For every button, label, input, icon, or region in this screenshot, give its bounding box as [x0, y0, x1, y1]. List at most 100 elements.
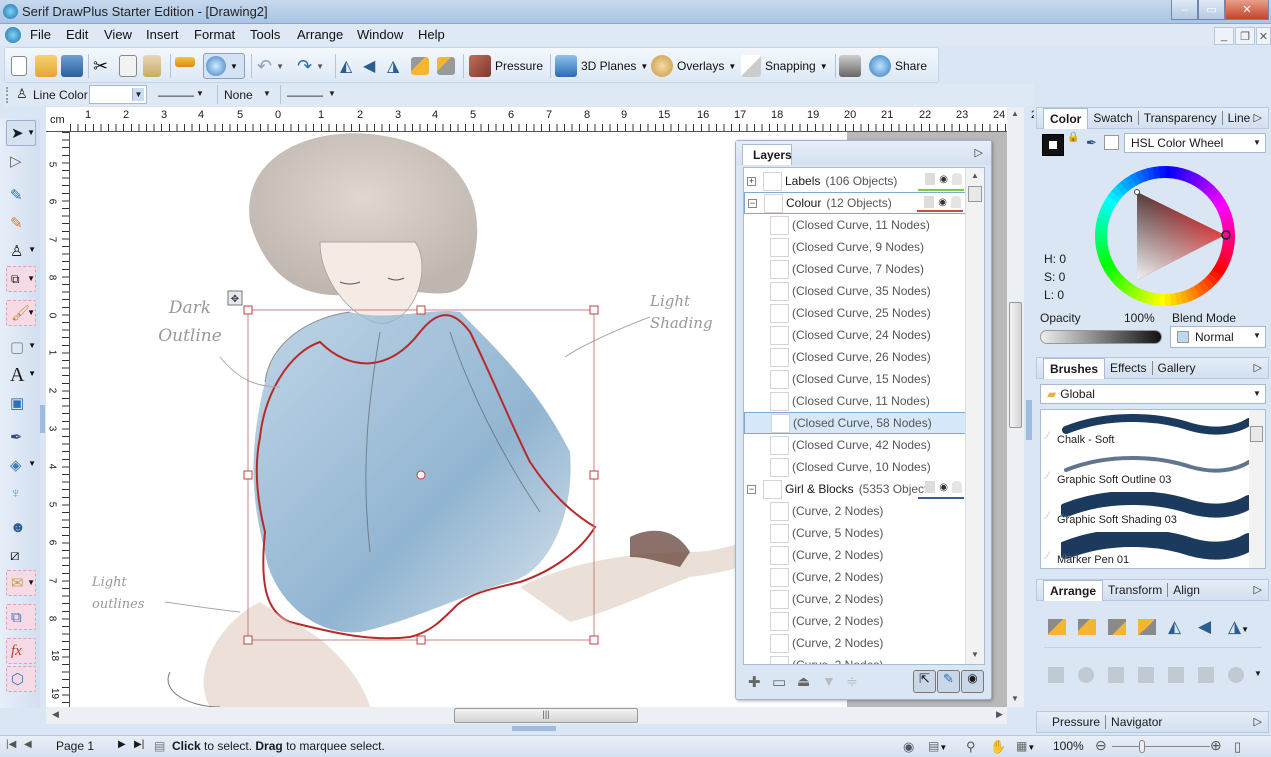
last-page-icon[interactable]: ▶|	[134, 739, 144, 750]
page-options-icon[interactable]: ▤▼	[928, 739, 947, 753]
app-menu-icon[interactable]	[5, 27, 21, 43]
line-cap-select[interactable]: ——— ▼	[280, 85, 340, 104]
tab-color[interactable]: Color	[1043, 107, 1089, 129]
menu-edit[interactable]: Edit	[66, 27, 88, 42]
previous-page-icon[interactable]: ◀	[24, 739, 32, 750]
snapping-button[interactable]: Snapping	[765, 59, 816, 73]
visibility-eye-icon[interactable]: ◉	[939, 174, 948, 185]
object-row[interactable]: (Curve, 2 Nodes)	[744, 610, 966, 632]
view-icon[interactable]: ◉	[903, 739, 914, 755]
brush-category-select[interactable]: ▰ Global ▼	[1040, 384, 1266, 404]
close-button[interactable]: ✕	[1225, 0, 1269, 20]
add-shape-icon[interactable]	[1078, 667, 1094, 683]
toolbar-collapse-handle[interactable]	[40, 405, 45, 433]
object-row[interactable]: (Closed Curve, 11 Nodes)	[744, 390, 966, 412]
vertical-scrollbar[interactable]: ▲ ▼	[1007, 107, 1024, 707]
connector-tool[interactable]: ⧉ ▼	[6, 266, 36, 292]
scroll-right-icon[interactable]: ▶	[996, 709, 1003, 720]
tab-transparency[interactable]: Transparency	[1139, 111, 1223, 125]
collapse-icon[interactable]: −	[748, 198, 757, 208]
brush-item[interactable]: ⁄ Graphic Soft Shading 03	[1041, 490, 1251, 530]
eyedropper-icon[interactable]: ✒	[1086, 135, 1097, 151]
hue-segment[interactable]	[1164, 293, 1172, 306]
vertical-ruler[interactable]: 5 6 7 8 0 1 2 3 4 5 6 7 8 18 19	[46, 132, 70, 707]
intersect-icon[interactable]	[1138, 667, 1154, 683]
scroll-up-icon[interactable]: ▲	[971, 171, 979, 180]
layer-print-icon[interactable]	[925, 481, 936, 493]
tab-effects[interactable]: Effects	[1105, 361, 1153, 375]
back-one-icon[interactable]	[1108, 619, 1126, 635]
tab-navigator[interactable]: Navigator	[1106, 715, 1167, 729]
flip-horizontal-icon[interactable]: ◭	[340, 53, 352, 79]
move-layer-down-icon[interactable]: ▼	[822, 673, 836, 689]
merge-layers-icon[interactable]: ≑	[846, 673, 858, 690]
panel-menu-icon[interactable]: ▷	[1254, 111, 1262, 124]
scroll-down-icon[interactable]: ▼	[1011, 694, 1019, 703]
scroll-down-icon[interactable]: ▼	[971, 650, 979, 659]
object-row[interactable]: (Closed Curve, 58 Nodes)	[744, 412, 966, 434]
zoom-out-icon[interactable]: ⊖	[1095, 737, 1107, 754]
visibility-eye-icon[interactable]: ◉	[938, 197, 947, 208]
collapse-icon[interactable]: −	[747, 484, 756, 494]
object-row[interactable]: (Curve, 2 Nodes)	[744, 588, 966, 610]
horizontal-scrollbar[interactable]: ◀ ||| ▶	[46, 707, 1007, 724]
layer-row[interactable]: + Labels (106 Objects) ◉	[744, 170, 966, 192]
menu-view[interactable]: View	[104, 27, 132, 42]
object-row[interactable]: (Curve, 2 Nodes)	[744, 500, 966, 522]
layer-print-icon[interactable]	[925, 173, 936, 185]
object-row[interactable]: (Curve, 2 Nodes)	[744, 632, 966, 654]
next-page-icon[interactable]: ▶	[118, 739, 126, 750]
3d-planes-button[interactable]: 3D Planes	[581, 59, 636, 73]
menu-insert[interactable]: Insert	[146, 27, 179, 42]
object-row[interactable]: (Closed Curve, 10 Nodes)	[744, 456, 966, 478]
scroll-up-icon[interactable]: ▲	[1011, 109, 1019, 118]
menu-file[interactable]: File	[30, 27, 51, 42]
brush-item[interactable]: ⁄ Marker Pen 01	[1041, 530, 1251, 568]
tab-gallery[interactable]: Gallery	[1153, 361, 1201, 375]
menu-tools[interactable]: Tools	[250, 27, 280, 42]
blend-tool[interactable]: ⧉	[6, 604, 36, 630]
color-picker-tool[interactable]: ✒	[6, 424, 36, 450]
pointer-tool[interactable]: ➤ ▼	[6, 120, 36, 146]
panel-menu-icon[interactable]: ▷	[1254, 361, 1262, 374]
paste-icon[interactable]	[143, 55, 161, 77]
zoom-slider[interactable]	[1112, 746, 1210, 747]
layers-scroll-thumb[interactable]	[968, 186, 982, 202]
forward-one-icon[interactable]	[1078, 619, 1096, 635]
zoom-tool-icon[interactable]: ⚲	[966, 739, 976, 755]
object-row[interactable]: (Curve, 2 Nodes)	[744, 654, 966, 664]
overlays-icon[interactable]	[651, 55, 673, 77]
contour-tool[interactable]: ☻	[6, 514, 36, 540]
hsl-color-wheel[interactable]	[1094, 165, 1236, 307]
print-icon[interactable]	[839, 55, 861, 77]
scroll-left-icon[interactable]: ◀	[52, 709, 59, 720]
zoom-slider-thumb[interactable]	[1139, 740, 1145, 753]
minimize-button[interactable]: –	[1171, 0, 1198, 20]
flip-vertical-icon[interactable]: ◀	[363, 53, 375, 79]
chevron-down-icon[interactable]: ▼	[132, 88, 144, 101]
pencil-tool[interactable]: ✎	[6, 182, 36, 208]
page-indicator[interactable]: Page 1	[56, 739, 94, 753]
node-tool[interactable]: ▷	[6, 148, 36, 174]
tab-layers[interactable]: Layers	[742, 144, 792, 165]
layer-row[interactable]: − Girl & Blocks (5353 Objects ◉	[744, 478, 966, 500]
chevron-down-icon[interactable]: ▼	[194, 87, 206, 100]
object-row[interactable]: (Closed Curve, 15 Nodes)	[744, 368, 966, 390]
brush-item[interactable]: ⁄ Graphic Soft Outline 03	[1041, 450, 1251, 490]
share-icon[interactable]	[869, 55, 891, 77]
crop-shape-icon[interactable]	[1228, 667, 1244, 683]
color-marker[interactable]	[1134, 189, 1140, 195]
chevron-down-icon[interactable]: ▼	[261, 87, 273, 100]
horizontal-ruler[interactable]: cm 1234501234567891516171819202122232425	[46, 107, 1043, 132]
object-row[interactable]: (Curve, 5 Nodes)	[744, 522, 966, 544]
rotate-icon[interactable]	[206, 56, 226, 76]
hand-tool-icon[interactable]: ✋	[990, 739, 1006, 755]
zoom-in-icon[interactable]: ⊕	[1210, 737, 1222, 754]
page-fit-icon[interactable]: ▯	[1234, 739, 1241, 755]
brush-tool[interactable]: ✎	[6, 210, 36, 236]
share-button[interactable]: Share	[895, 59, 927, 73]
send-to-back-icon[interactable]	[1138, 619, 1156, 635]
cut-icon[interactable]: ✂	[93, 53, 108, 79]
visibility-eye-icon[interactable]: ◉	[939, 482, 948, 493]
3d-tool[interactable]: ⬡	[6, 666, 36, 692]
